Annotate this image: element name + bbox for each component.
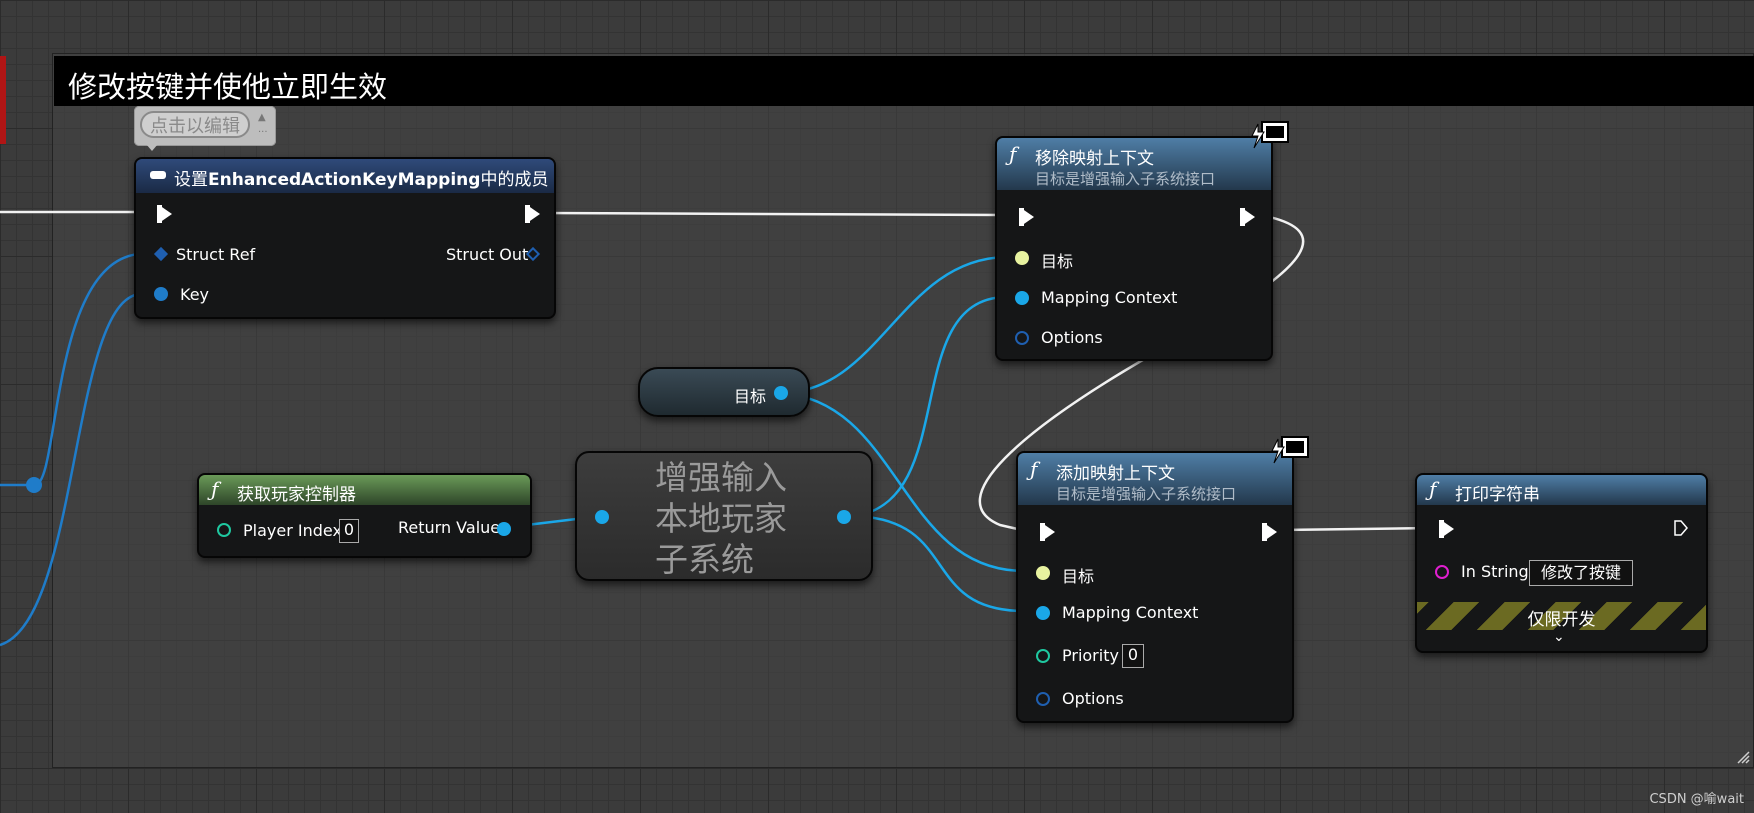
- exec-out-pin[interactable]: [1262, 523, 1277, 541]
- subsystem-line-1: 增强输入: [655, 458, 787, 497]
- subsystem-in-pin[interactable]: [595, 510, 609, 524]
- bubble-label[interactable]: 点击以编辑: [140, 111, 250, 138]
- data-wire-target-remove: [779, 255, 1006, 395]
- options-label: Options: [1062, 689, 1124, 708]
- data-wire-struct: [0, 252, 141, 487]
- key-pin[interactable]: [154, 287, 168, 301]
- comment-bubble[interactable]: 点击以编辑 ▲ ···: [134, 106, 276, 146]
- player-index-input[interactable]: 0: [339, 519, 359, 543]
- add-mapping-context-node[interactable]: ƒ 添加映射上下文 目标是增强输入子系统接口 目标 Mapping Contex…: [1016, 451, 1294, 723]
- chevron-down-icon[interactable]: ⌄: [1553, 629, 1565, 645]
- mapping-context-pin[interactable]: [1036, 606, 1050, 620]
- pin-icon[interactable]: ▲: [258, 112, 268, 123]
- set-members-node[interactable]: 设置EnhancedActionKeyMapping中的成员 Struct Re…: [134, 157, 556, 319]
- print-string-node[interactable]: ƒ 打印字符串 In String 修改了按键 仅限开发 ⌄: [1415, 473, 1708, 653]
- options-pin[interactable]: [1015, 331, 1029, 345]
- title-prefix: 设置: [174, 170, 208, 190]
- target-pin[interactable]: [1036, 566, 1050, 580]
- node-title: 移除映射上下文: [1035, 149, 1154, 169]
- mapping-context-label: Mapping Context: [1041, 288, 1178, 307]
- exec-in-pin[interactable]: [1019, 208, 1034, 226]
- exec-wire-add-print: [1279, 526, 1433, 532]
- remove-mapping-context-node[interactable]: ƒ 移除映射上下文 目标是增强输入子系统接口 目标 Mapping Contex…: [995, 136, 1273, 361]
- function-icon: ƒ: [1030, 457, 1038, 481]
- server-client-icon: [1251, 121, 1289, 149]
- function-icon: ƒ: [1009, 142, 1017, 166]
- target-variable-node[interactable]: 目标: [638, 367, 810, 417]
- exec-in-pin[interactable]: [157, 205, 172, 223]
- subsystem-line-3: 子系统: [655, 540, 754, 579]
- mapping-context-pin[interactable]: [1015, 291, 1029, 305]
- data-wire-sub-remove: [854, 295, 1006, 518]
- struct-ref-pin[interactable]: [153, 246, 169, 262]
- reroute-node: [26, 477, 42, 493]
- return-value-pin[interactable]: [497, 522, 511, 536]
- target-pin[interactable]: [1015, 251, 1029, 265]
- function-icon: ƒ: [1429, 477, 1437, 501]
- subsystem-label: 增强输入 本地玩家 子系统: [655, 457, 787, 580]
- exec-wire-set-remove: [539, 211, 1006, 217]
- in-string-pin[interactable]: [1435, 565, 1449, 579]
- exec-in-pin[interactable]: [1040, 523, 1055, 541]
- title-suffix: 中的成员: [480, 170, 549, 190]
- subsystem-out-pin[interactable]: [837, 510, 851, 524]
- priority-pin[interactable]: [1036, 649, 1050, 663]
- player-index-pin[interactable]: [217, 523, 231, 537]
- node-title: 添加映射上下文: [1056, 464, 1175, 484]
- node-title: 设置EnhancedActionKeyMapping中的成员: [174, 165, 548, 190]
- title-bold: EnhancedActionKeyMapping: [208, 170, 481, 190]
- node-title: 获取玩家控制器: [237, 485, 356, 505]
- watermark: CSDN @喻wait: [1649, 792, 1744, 807]
- target-var-label: 目标: [734, 387, 767, 406]
- node-subtitle: 目标是增强输入子系统接口: [1035, 170, 1216, 188]
- return-value-label: Return Value: [398, 518, 501, 537]
- key-label: Key: [180, 285, 210, 304]
- enhanced-input-subsystem-node[interactable]: 增强输入 本地玩家 子系统: [575, 451, 873, 581]
- node-subtitle: 目标是增强输入子系统接口: [1056, 485, 1237, 503]
- subsystem-line-2: 本地玩家: [655, 499, 787, 538]
- in-string-input[interactable]: 修改了按键: [1529, 560, 1633, 586]
- get-player-controller-node[interactable]: ƒ 获取玩家控制器 Player Index 0 Return Value: [197, 473, 532, 558]
- mapping-context-label: Mapping Context: [1062, 603, 1199, 622]
- struct-out-label: Struct Out: [446, 245, 529, 264]
- in-string-label: In String: [1461, 562, 1529, 581]
- exec-out-pin[interactable]: [1674, 520, 1688, 536]
- target-label: 目标: [1062, 567, 1095, 586]
- exec-out-pin[interactable]: [525, 205, 540, 223]
- target-label: 目标: [1041, 252, 1074, 271]
- priority-input[interactable]: 0: [1122, 644, 1144, 668]
- exec-out-pin[interactable]: [1240, 208, 1255, 226]
- struct-icon: [150, 171, 166, 179]
- dev-only-label: 仅限开发: [1527, 610, 1596, 630]
- priority-label: Priority: [1062, 646, 1119, 665]
- more-icon[interactable]: ···: [258, 128, 268, 138]
- target-var-pin[interactable]: [774, 386, 788, 400]
- struct-ref-label: Struct Ref: [176, 245, 256, 264]
- bubble-tail: [146, 144, 158, 151]
- data-wire-sub-add: [854, 514, 1024, 613]
- options-label: Options: [1041, 328, 1103, 347]
- function-icon: ƒ: [211, 477, 219, 501]
- player-index-label: Player Index: [243, 521, 342, 540]
- exec-in-pin[interactable]: [1439, 520, 1454, 538]
- server-client-icon: [1271, 436, 1309, 464]
- options-pin[interactable]: [1036, 692, 1050, 706]
- node-title: 打印字符串: [1455, 485, 1540, 505]
